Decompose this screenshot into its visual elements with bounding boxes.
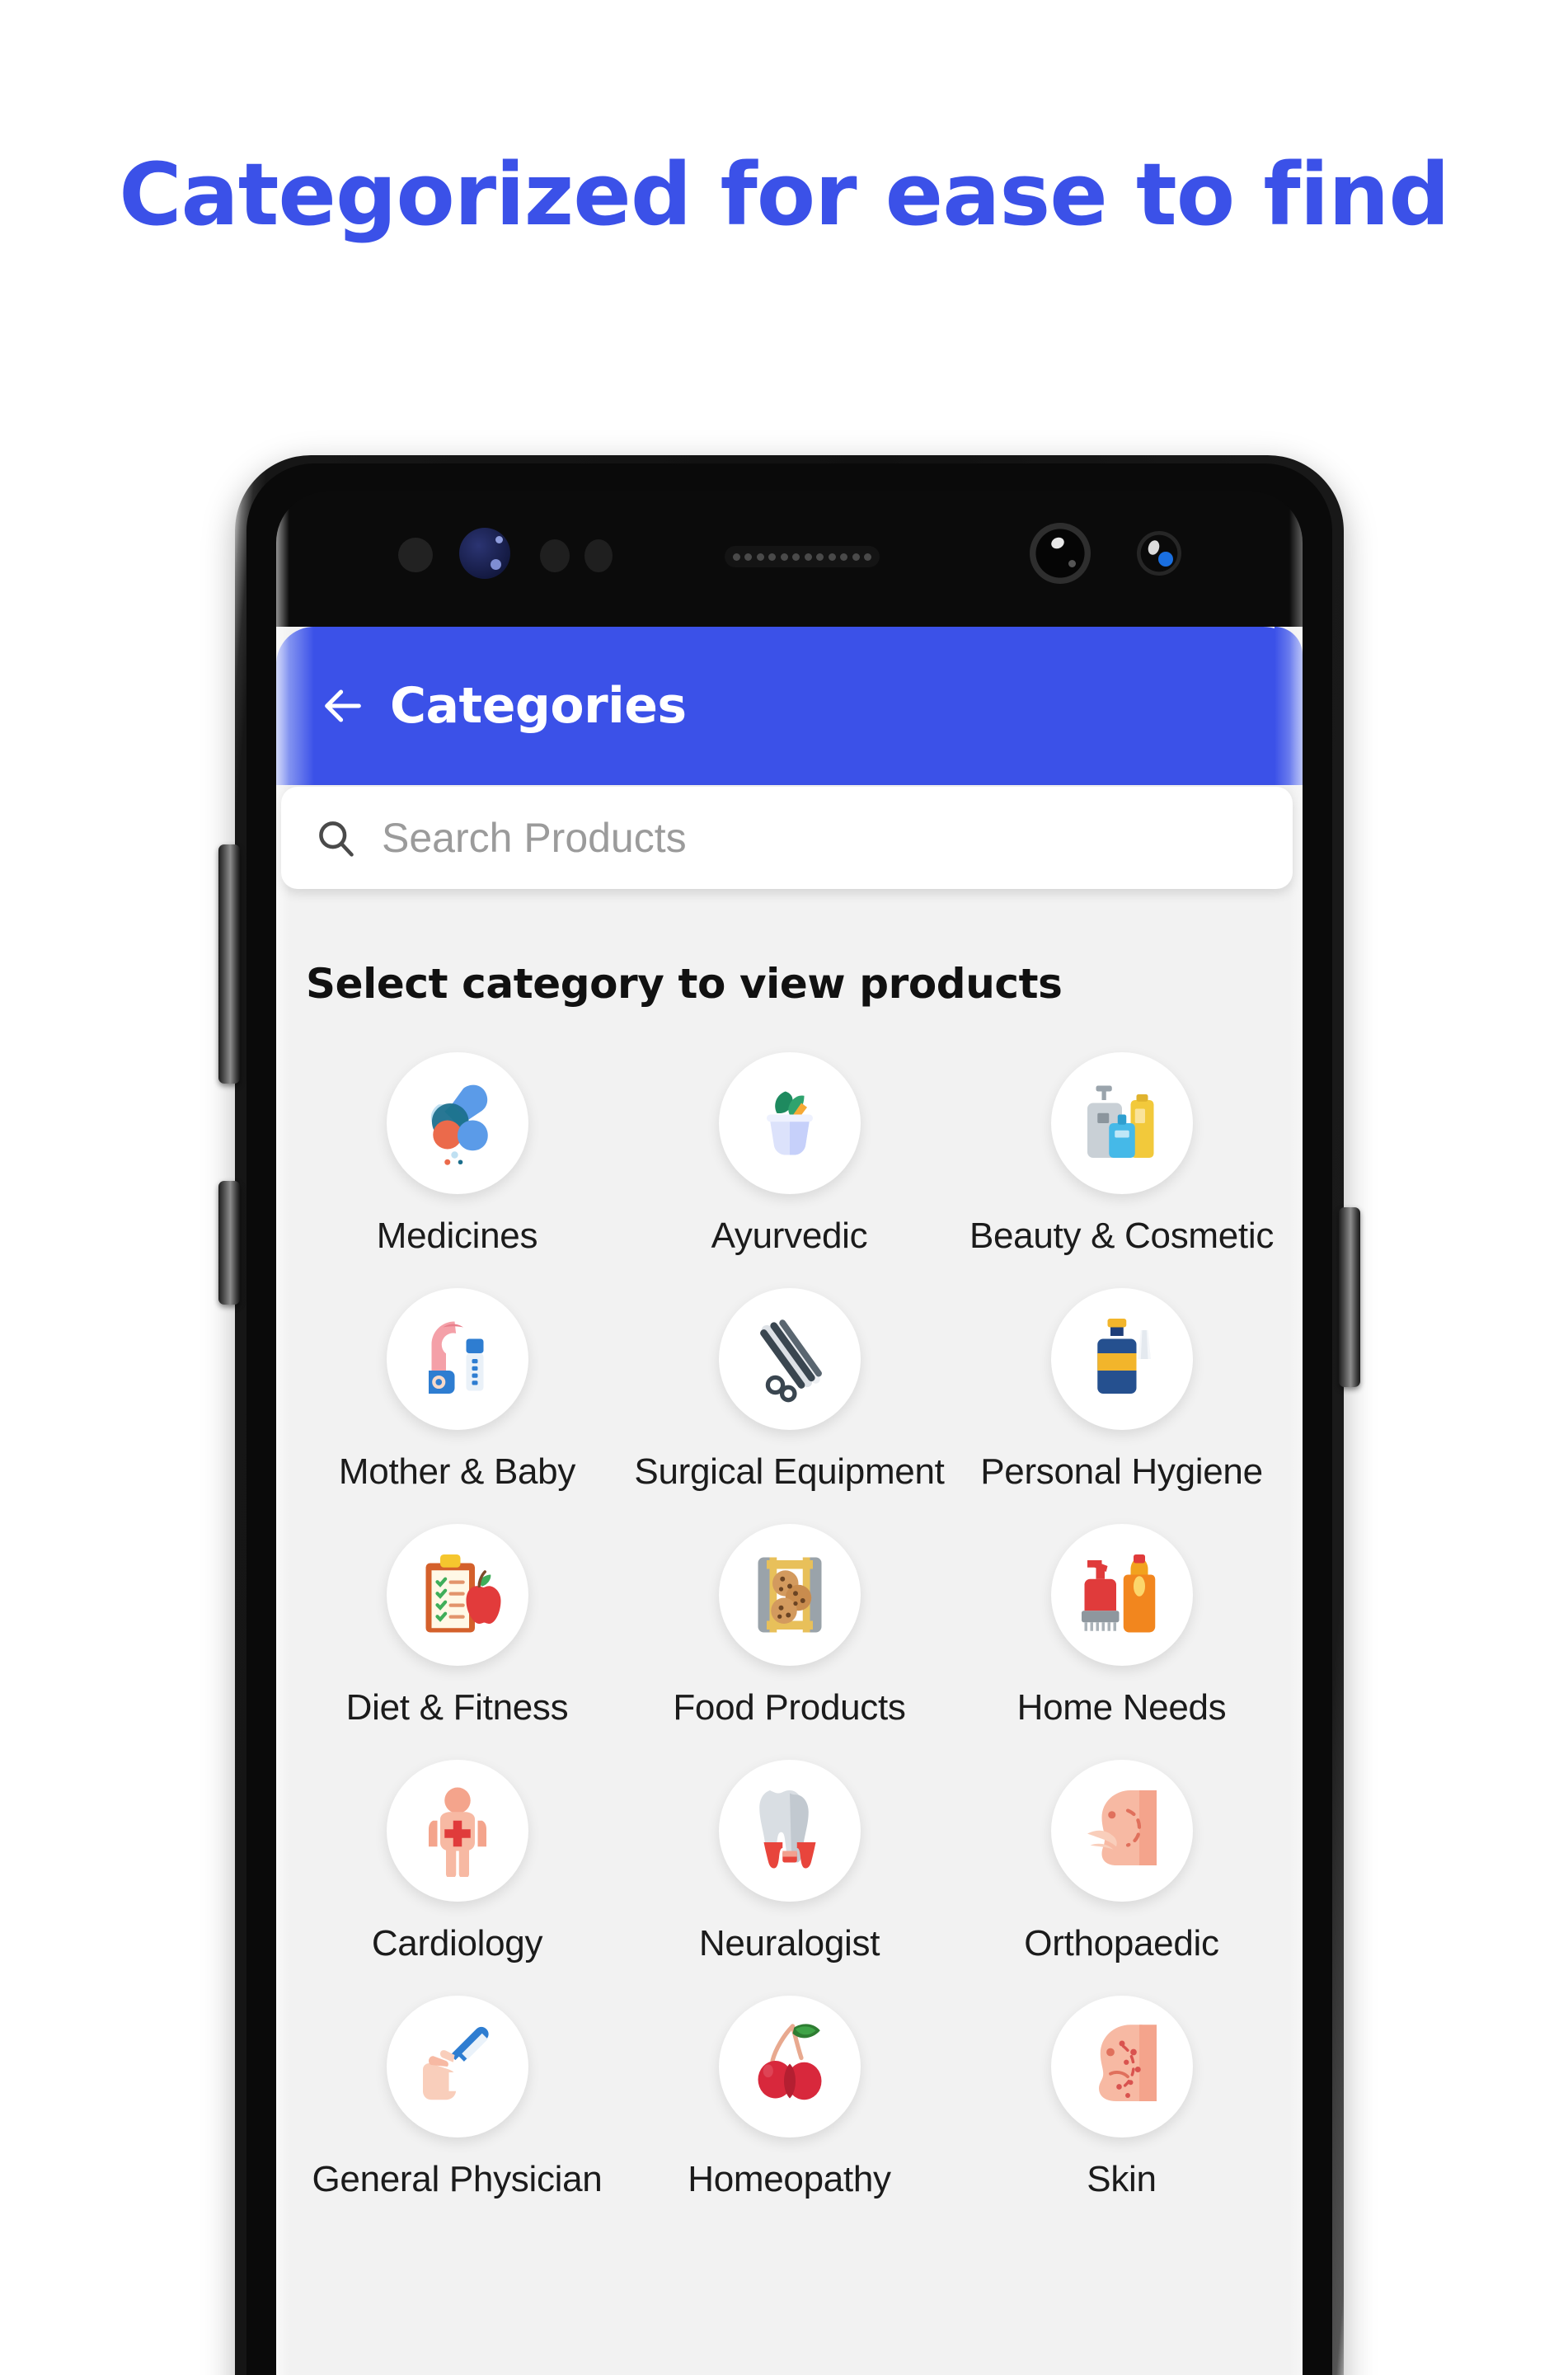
earpiece-speaker-icon: [725, 546, 880, 567]
face-spots-icon: [1098, 2025, 1157, 2101]
category-grid: Medicines Ayurvedic Beauty & Cosmetic Mo…: [276, 1052, 1303, 2250]
category-item-food-products[interactable]: Food Products: [623, 1524, 955, 1728]
category-icon-badge: [1050, 1760, 1193, 1902]
category-label: Neuralogist: [698, 1923, 880, 1963]
category-label: Beauty & Cosmetic: [969, 1216, 1275, 1256]
category-icon-badge: [386, 1760, 528, 1902]
device-screen: Categories Select category to view prod: [276, 491, 1303, 2375]
category-icon-badge: [718, 1524, 861, 1666]
app-viewport: Categories Select category to view prod: [276, 627, 1303, 2375]
mortar-herbs-icon: [766, 1091, 813, 1155]
category-label: Skin: [1087, 2159, 1157, 2199]
category-item-cardiology[interactable]: Cardiology: [291, 1760, 623, 1964]
category-label: Mother & Baby: [338, 1451, 576, 1492]
arrow-left-icon: [325, 689, 361, 722]
promo-screenshot: Categorized for ease to find Categories …: [0, 0, 1568, 2375]
search-input[interactable]: [382, 814, 1260, 862]
category-item-medicines[interactable]: Medicines: [291, 1052, 623, 1257]
light-sensor-a-icon: [540, 539, 570, 572]
front-camera-icon: [1030, 523, 1091, 584]
scalpel-scissors-icon: [759, 1319, 822, 1403]
sensor-strip: [276, 491, 1303, 627]
category-item-beauty-cosmetic[interactable]: Beauty & Cosmetic: [955, 1052, 1288, 1257]
spray-broom-icon: [1081, 1554, 1155, 1633]
pills-capsules-icon: [430, 1084, 488, 1165]
section-heading: Select category to view products: [306, 960, 1063, 1008]
cherries-icon: [758, 2024, 821, 2100]
category-label: General Physician: [312, 2159, 603, 2199]
category-label: Orthopaedic: [1024, 1923, 1219, 1963]
category-label: Diet & Fitness: [345, 1687, 569, 1728]
head-neck-icon: [1087, 1790, 1157, 1865]
category-icon-badge: [1050, 1288, 1193, 1430]
category-label: Personal Hygiene: [980, 1451, 1263, 1492]
power-button[interactable]: [1339, 1207, 1360, 1387]
page-headline: Categorized for ease to find: [119, 144, 1450, 245]
category-icon-badge: [386, 1052, 528, 1194]
search-icon: [319, 821, 354, 857]
category-item-mother-baby[interactable]: Mother & Baby: [291, 1288, 623, 1493]
category-item-neuralogist[interactable]: Neuralogist: [623, 1760, 955, 1964]
bixby-button[interactable]: [218, 1181, 240, 1305]
category-item-personal-hygiene[interactable]: Personal Hygiene: [955, 1288, 1288, 1493]
iris-scanner-icon: [459, 528, 510, 579]
category-icon-badge: [718, 1052, 861, 1194]
secondary-sensor-icon: [1137, 531, 1181, 576]
category-label: Medicines: [376, 1216, 538, 1256]
category-item-surgical-equipment[interactable]: Surgical Equipment: [623, 1288, 955, 1493]
category-label: Home Needs: [1016, 1687, 1227, 1728]
category-item-ayurvedic[interactable]: Ayurvedic: [623, 1052, 955, 1257]
back-button[interactable]: [314, 677, 372, 735]
category-icon-badge: [1050, 1524, 1193, 1666]
category-item-diet-fitness[interactable]: Diet & Fitness: [291, 1524, 623, 1728]
proximity-sensor-icon: [398, 538, 433, 572]
category-icon-badge: [1050, 1052, 1193, 1194]
page-title: Categories: [390, 677, 687, 735]
toiletries-icon: [1096, 1319, 1153, 1395]
category-item-homeopathy[interactable]: Homeopathy: [623, 1996, 955, 2200]
category-icon-badge: [1050, 1996, 1193, 2138]
category-label: Cardiology: [371, 1923, 543, 1963]
category-item-home-needs[interactable]: Home Needs: [955, 1524, 1288, 1728]
category-item-orthopaedic[interactable]: Orthopaedic: [955, 1760, 1288, 1964]
category-icon-badge: [386, 1288, 528, 1430]
search-section: [276, 785, 1303, 889]
hand-thermometer-icon: [422, 2026, 489, 2100]
category-icon-badge: [386, 1996, 528, 2138]
app-bar: Categories: [276, 627, 1303, 785]
category-icon-badge: [718, 1996, 861, 2138]
volume-button[interactable]: [218, 844, 240, 1084]
category-label: Homeopathy: [688, 2159, 891, 2199]
category-label: Food Products: [673, 1687, 906, 1728]
category-item-skin[interactable]: Skin: [955, 1996, 1288, 2200]
category-icon-badge: [718, 1288, 861, 1430]
body-cross-icon: [428, 1787, 486, 1877]
category-icon-badge: [386, 1524, 528, 1666]
device-body: Categories Select category to view prod: [246, 463, 1332, 2375]
cookies-pack-icon: [758, 1557, 821, 1633]
category-icon-badge: [718, 1760, 861, 1902]
baby-bottle-icon: [428, 1321, 483, 1394]
tooth-icon: [758, 1790, 815, 1869]
category-label: Ayurvedic: [711, 1216, 868, 1256]
category-item-general-physician[interactable]: General Physician: [291, 1996, 623, 2200]
clipboard-apple-icon: [425, 1554, 500, 1633]
light-sensor-b-icon: [584, 539, 613, 572]
search-bar[interactable]: [281, 787, 1293, 889]
phone-device: Categories Select category to view prod: [218, 455, 1360, 2375]
category-label: Surgical Equipment: [634, 1451, 945, 1492]
cosmetic-bottles-icon: [1087, 1085, 1153, 1158]
